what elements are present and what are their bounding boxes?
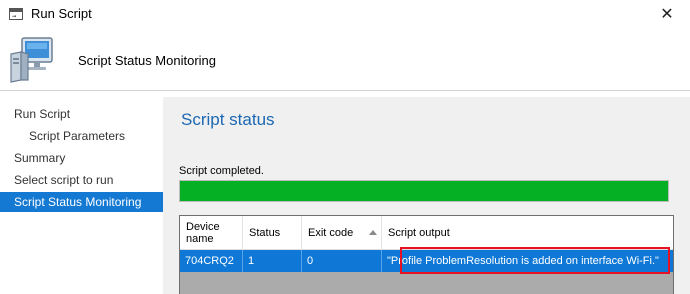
sidebar-item-script-status-monitoring[interactable]: Script Status Monitoring	[0, 192, 163, 212]
highlight-annotation-box	[400, 247, 670, 274]
wizard-sidebar: Run Script Script Parameters Summary Sel…	[0, 97, 163, 294]
close-icon: ✕	[660, 6, 674, 23]
column-header-exit-code-label: Exit code	[308, 227, 354, 239]
table-row[interactable]: 704CRQ2 1 0 "Profile ProblemResolution i…	[180, 247, 673, 274]
sidebar-item-select-script[interactable]: Select script to run	[0, 170, 163, 190]
results-table: Device name Status Exit code Script outp…	[179, 215, 674, 294]
column-header-device-name[interactable]: Device name	[180, 216, 243, 250]
run-script-window-icon: →_	[9, 8, 23, 20]
sort-ascending-icon	[369, 230, 377, 235]
header-title: Script Status Monitoring	[78, 53, 217, 68]
sidebar-item-script-parameters[interactable]: Script Parameters	[0, 126, 163, 146]
progress-fill	[180, 181, 668, 201]
main-panel: Script status Script completed. Device n…	[163, 97, 690, 294]
computer-monitor-icon	[10, 37, 53, 83]
table-header: Device name Status Exit code Script outp…	[180, 216, 673, 250]
window-title: Run Script	[31, 6, 92, 21]
column-header-exit-code[interactable]: Exit code	[302, 216, 382, 250]
column-header-script-output[interactable]: Script output	[382, 216, 673, 250]
cell-exit-code: 0	[302, 250, 382, 272]
section-title: Script status	[181, 110, 275, 129]
close-button[interactable]: ✕	[644, 0, 690, 28]
sidebar-item-run-script[interactable]: Run Script	[0, 104, 163, 124]
wizard-header: Script Status Monitoring	[0, 28, 690, 90]
header-divider	[0, 90, 690, 91]
cell-device-name: 704CRQ2	[180, 250, 243, 272]
progress-bar	[179, 180, 669, 202]
cell-status: 1	[243, 250, 302, 272]
column-header-status[interactable]: Status	[243, 216, 302, 250]
sidebar-item-summary[interactable]: Summary	[0, 148, 163, 168]
title-bar: →_ Run Script ✕	[0, 0, 690, 28]
status-text: Script completed.	[179, 165, 264, 177]
